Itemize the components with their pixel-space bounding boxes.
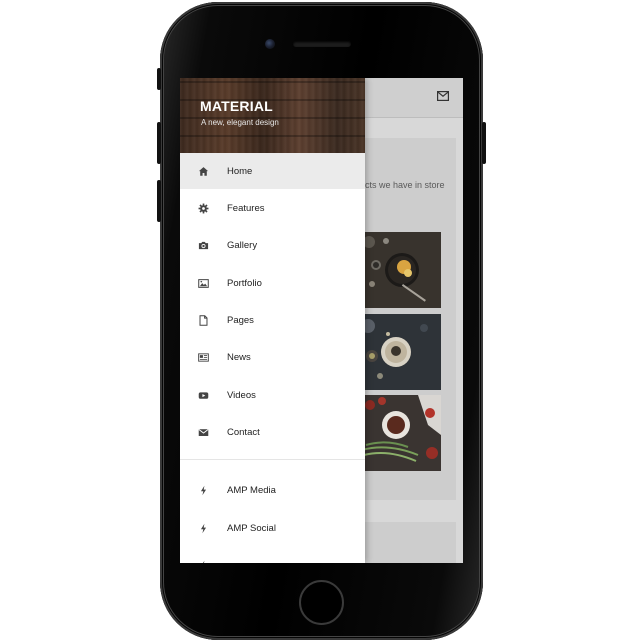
- menu-label: AMP Media: [227, 484, 276, 496]
- gear-icon: [197, 202, 209, 214]
- menu-label: AMP Social: [227, 522, 276, 534]
- mute-switch: [157, 68, 161, 90]
- page-intro-text: cts we have in store: [365, 180, 445, 190]
- volume-up-button: [157, 122, 161, 164]
- camera-icon: [197, 239, 209, 251]
- drawer-subtitle: A new, elegant design: [201, 118, 279, 127]
- volume-down-button: [157, 180, 161, 222]
- menu-divider: [180, 459, 365, 460]
- bolt-icon: [197, 484, 209, 496]
- power-button: [482, 122, 486, 164]
- gallery-photo-1[interactable]: [358, 232, 441, 308]
- envelope-icon: [197, 426, 209, 438]
- phone-screen: cts we have in store MATERIAL A new, ele…: [180, 78, 463, 563]
- gallery-photo-2[interactable]: [358, 314, 441, 390]
- drawer-title: MATERIAL: [200, 98, 273, 114]
- menu-item-features[interactable]: Features: [180, 190, 365, 226]
- menu-item-pages[interactable]: Pages: [180, 302, 365, 338]
- menu-item-gallery[interactable]: Gallery: [180, 227, 365, 263]
- drawer-header: MATERIAL A new, elegant design: [180, 78, 365, 153]
- menu-label: Portfolio: [227, 277, 262, 289]
- bolt-icon: [197, 522, 209, 534]
- gallery-photo-3[interactable]: [358, 395, 441, 471]
- menu-item-home[interactable]: Home: [180, 153, 365, 189]
- home-icon: [197, 165, 209, 177]
- navigation-drawer: MATERIAL A new, elegant design Home Feat…: [180, 78, 365, 563]
- menu-item-amp-media[interactable]: AMP Media: [180, 472, 365, 508]
- menu-label: Home: [227, 165, 253, 177]
- youtube-icon: [197, 389, 209, 401]
- menu-item-news[interactable]: News: [180, 339, 365, 375]
- menu-label: Contact: [227, 426, 260, 438]
- menu-item-amp-social[interactable]: AMP Social: [180, 510, 365, 546]
- newspaper-icon: [197, 351, 209, 363]
- earpiece-speaker: [293, 41, 351, 47]
- home-button[interactable]: [299, 580, 344, 625]
- image-icon: [197, 277, 209, 289]
- menu-label: Gallery: [227, 239, 258, 251]
- menu-label: Pages: [227, 314, 254, 326]
- envelope-icon[interactable]: [437, 91, 449, 101]
- menu-item-partial[interactable]: [180, 547, 365, 563]
- menu-label: News: [227, 351, 251, 363]
- bolt-icon: [197, 559, 209, 563]
- front-camera: [265, 39, 275, 49]
- menu-item-portfolio[interactable]: Portfolio: [180, 265, 365, 301]
- menu-label: Features: [227, 202, 265, 214]
- file-icon: [197, 314, 209, 326]
- menu-label: Videos: [227, 389, 256, 401]
- menu-item-contact[interactable]: Contact: [180, 414, 365, 450]
- menu-item-videos[interactable]: Videos: [180, 377, 365, 413]
